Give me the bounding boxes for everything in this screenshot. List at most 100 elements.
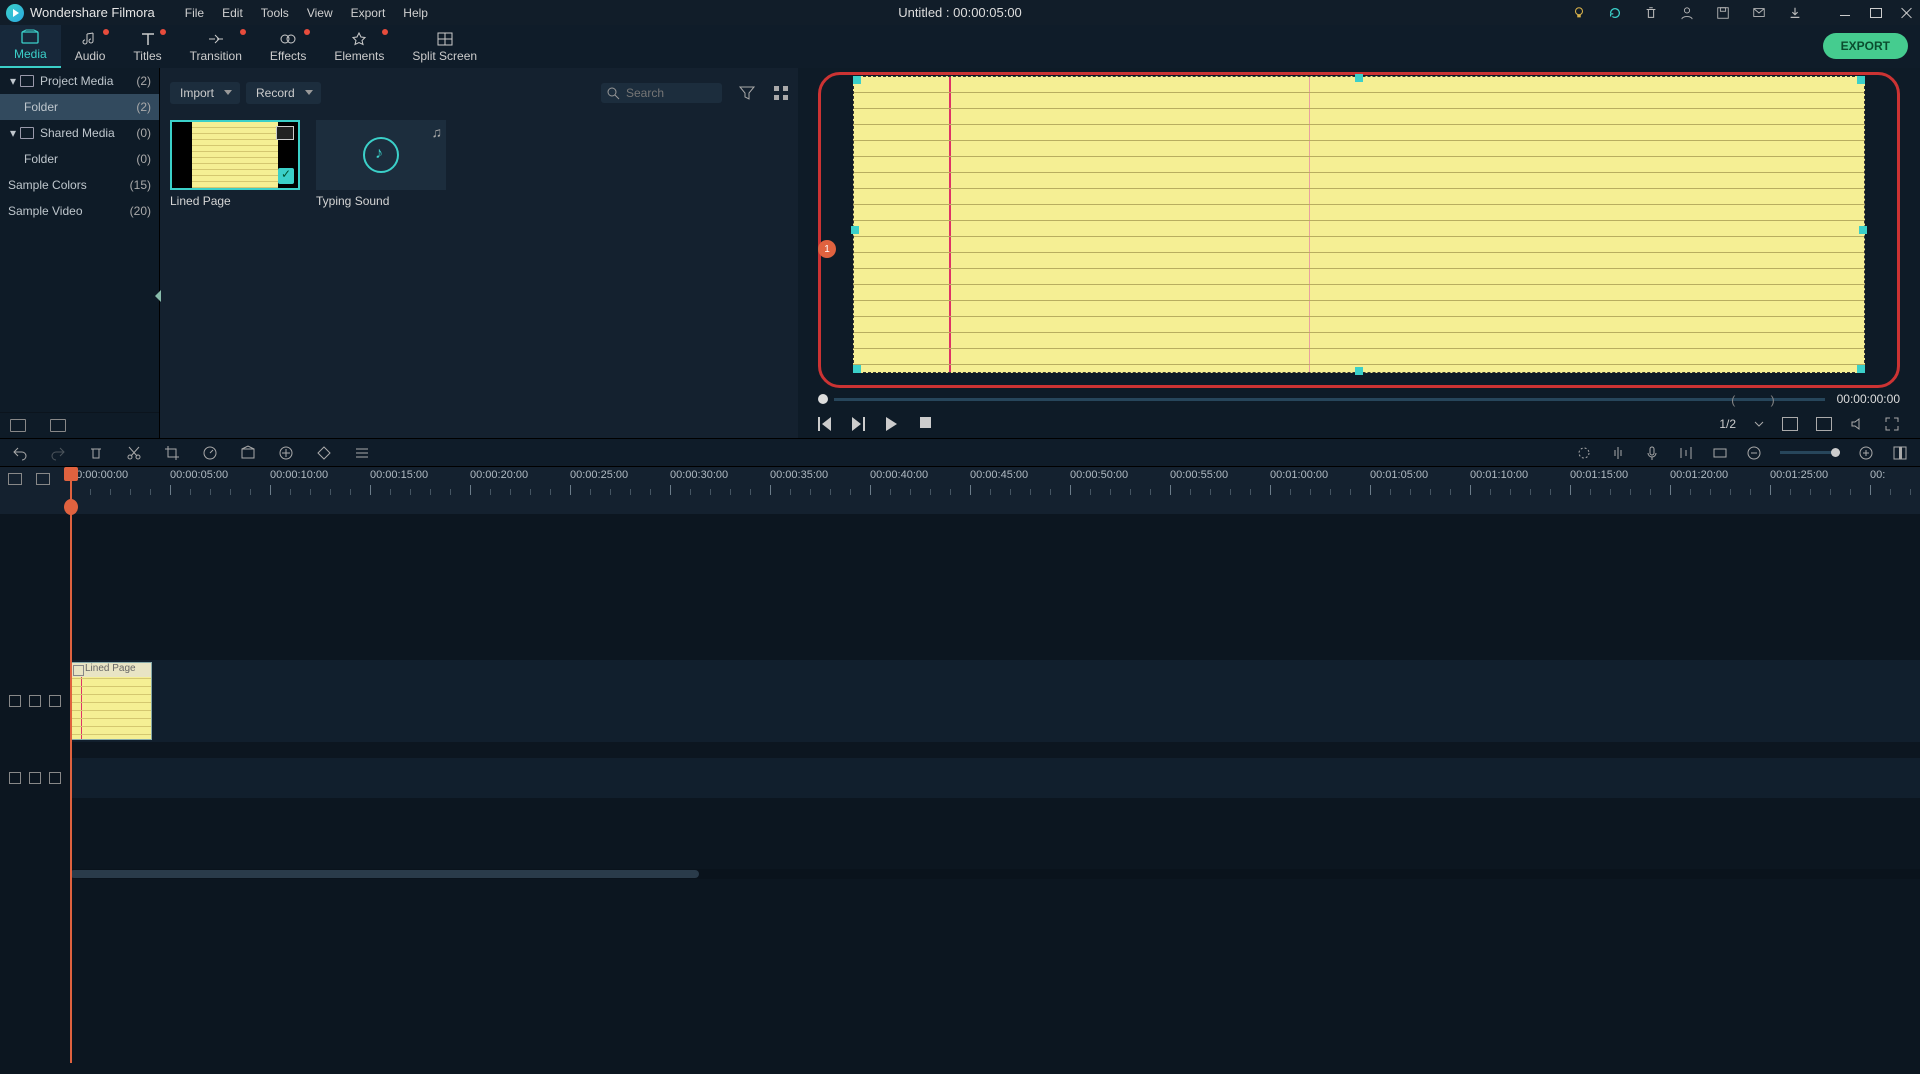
mix-icon[interactable] — [1610, 445, 1626, 461]
filter-icon[interactable] — [738, 84, 756, 102]
timeline-ruler[interactable]: 00:00:00:0000:00:05:0000:00:10:0000:00:1… — [0, 466, 1920, 514]
new-folder-icon[interactable] — [10, 419, 26, 432]
stop-button[interactable] — [920, 417, 934, 431]
menu-help[interactable]: Help — [403, 6, 428, 20]
record-dropdown[interactable]: Record — [246, 82, 321, 104]
resize-handle[interactable] — [853, 365, 861, 373]
menu-edit[interactable]: Edit — [222, 6, 243, 20]
media-item-lined-page[interactable]: Lined Page — [170, 120, 300, 208]
step-forward-button[interactable] — [852, 417, 866, 431]
marker-icon[interactable] — [1576, 445, 1592, 461]
audio-track[interactable] — [0, 758, 1920, 798]
resize-handle[interactable] — [1355, 367, 1363, 375]
color-icon[interactable] — [240, 445, 256, 461]
menu-file[interactable]: File — [185, 6, 204, 20]
tab-effects[interactable]: Effects — [256, 27, 320, 68]
sidebar-folder-1[interactable]: Folder(2) — [0, 94, 159, 120]
collapse-sidebar-icon[interactable] — [155, 290, 161, 302]
playhead-dot[interactable] — [818, 394, 828, 404]
tab-effects-label: Effects — [270, 49, 306, 63]
more-icon[interactable] — [354, 445, 370, 461]
track-visible-icon[interactable] — [49, 695, 61, 707]
sidebar-sample-video[interactable]: Sample Video(20) — [0, 198, 159, 224]
resize-handle[interactable] — [1859, 226, 1867, 234]
search-box[interactable] — [601, 83, 722, 103]
resize-handle[interactable] — [853, 76, 861, 84]
zoom-out-icon[interactable] — [1746, 445, 1762, 461]
ruler-label: 00:00:25:00 — [570, 469, 628, 481]
tab-titles[interactable]: Titles — [119, 27, 175, 68]
render-icon[interactable] — [1712, 445, 1728, 461]
delete-icon[interactable] — [88, 445, 104, 461]
tab-elements[interactable]: Elements — [320, 27, 398, 68]
search-input[interactable] — [626, 86, 716, 100]
display-quality-icon[interactable] — [1782, 417, 1798, 431]
zoom-in-icon[interactable] — [1858, 445, 1874, 461]
timeline-clip[interactable]: Lined Page — [70, 662, 152, 740]
green-screen-icon[interactable] — [278, 445, 294, 461]
zoom-fit-icon[interactable] — [1892, 445, 1908, 461]
keyframe-icon[interactable] — [316, 445, 332, 461]
playhead[interactable] — [70, 467, 72, 1063]
download-icon[interactable] — [1788, 6, 1802, 20]
audio-mix-icon[interactable] — [1678, 445, 1694, 461]
snapshot-icon[interactable] — [1816, 417, 1832, 431]
resize-handle[interactable] — [1857, 76, 1865, 84]
voiceover-icon[interactable] — [1644, 445, 1660, 461]
menu-view[interactable]: View — [307, 6, 333, 20]
track-mute-icon[interactable] — [49, 772, 61, 784]
menu-export[interactable]: Export — [351, 6, 386, 20]
keyframe-badge[interactable]: 1 — [818, 240, 836, 258]
app-title: Wondershare Filmora — [30, 5, 155, 20]
export-button[interactable]: EXPORT — [1823, 33, 1908, 59]
sidebar-sample-colors[interactable]: Sample Colors(15) — [0, 172, 159, 198]
resize-handle[interactable] — [1857, 365, 1865, 373]
preview-scrubber[interactable]: ( ) — [834, 398, 1825, 401]
link-icon[interactable] — [36, 473, 50, 485]
resize-handle[interactable] — [1355, 74, 1363, 82]
crop-icon[interactable] — [164, 445, 180, 461]
chevron-down-icon[interactable] — [1754, 419, 1764, 429]
cut-icon[interactable] — [126, 445, 142, 461]
grid-view-icon[interactable] — [772, 84, 790, 102]
speed-icon[interactable] — [202, 445, 218, 461]
new-bin-icon[interactable] — [50, 419, 66, 432]
message-icon[interactable] — [1752, 6, 1766, 20]
menu-tools[interactable]: Tools — [261, 6, 289, 20]
volume-icon[interactable] — [1850, 416, 1866, 432]
redo-icon[interactable] — [50, 445, 66, 461]
tab-transition[interactable]: Transition — [176, 27, 256, 68]
track-options-icon[interactable] — [8, 473, 22, 485]
tab-audio[interactable]: Audio — [61, 27, 120, 68]
preview-canvas[interactable]: 1 — [818, 72, 1900, 388]
undo-icon[interactable] — [12, 445, 28, 461]
video-track[interactable]: Lined Page — [0, 660, 1920, 742]
media-item-typing-sound[interactable]: ♫ Typing Sound — [316, 120, 446, 208]
track-lock-icon[interactable] — [29, 772, 41, 784]
play-button[interactable] — [886, 417, 900, 431]
resize-handle[interactable] — [851, 226, 859, 234]
idea-icon[interactable] — [1572, 6, 1586, 20]
tab-splitscreen[interactable]: Split Screen — [398, 27, 491, 68]
trash-icon[interactable] — [1644, 6, 1658, 20]
close-button[interactable] — [1900, 6, 1914, 20]
account-icon[interactable] — [1680, 6, 1694, 20]
save-icon[interactable] — [1716, 6, 1730, 20]
sidebar-shared-media[interactable]: ▾Shared Media(0) — [0, 120, 159, 146]
track-lock-icon[interactable] — [29, 695, 41, 707]
minimize-button[interactable] — [1838, 6, 1852, 20]
tab-media[interactable]: Media — [0, 25, 61, 68]
timeline-scrollbar[interactable] — [70, 869, 1920, 879]
maximize-button[interactable] — [1870, 8, 1882, 18]
fullscreen-icon[interactable] — [1884, 416, 1900, 432]
sidebar-project-media[interactable]: ▾Project Media(2) — [0, 68, 159, 94]
range-markers[interactable]: ( ) — [1731, 393, 1790, 407]
track-type-icon[interactable] — [9, 772, 21, 784]
sidebar-folder-2[interactable]: Folder(0) — [0, 146, 159, 172]
step-back-button[interactable] — [818, 417, 832, 431]
refresh-icon[interactable] — [1608, 6, 1622, 20]
import-dropdown[interactable]: Import — [170, 82, 240, 104]
zoom-ratio[interactable]: 1/2 — [1719, 417, 1736, 431]
track-mute-icon[interactable] — [9, 695, 21, 707]
zoom-slider[interactable] — [1780, 451, 1840, 454]
